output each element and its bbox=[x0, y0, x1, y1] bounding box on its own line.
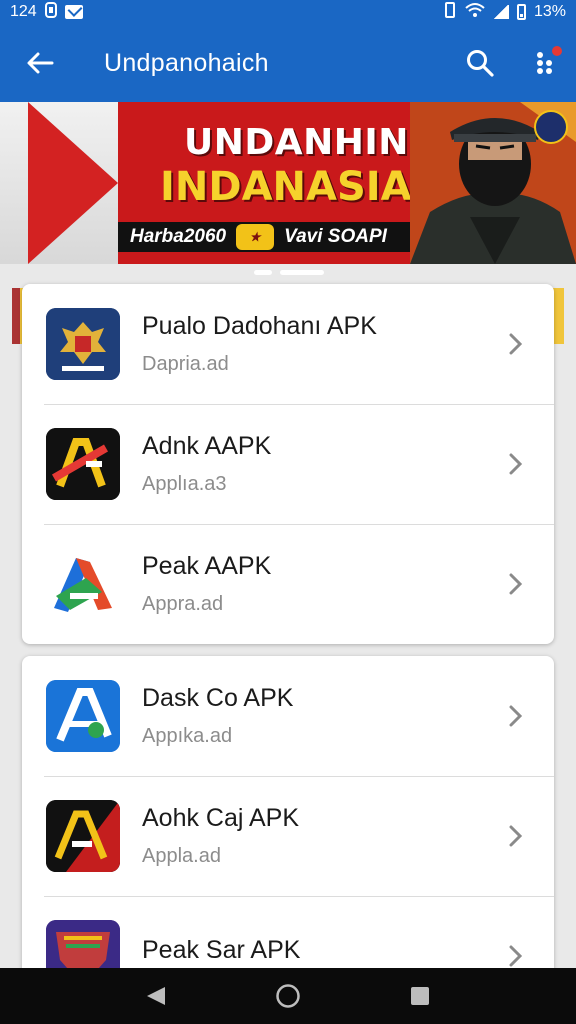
mail-icon bbox=[64, 5, 83, 19]
status-bar: 124 13% bbox=[0, 0, 576, 24]
list-item[interactable]: Peak AAPK Appra.ad bbox=[22, 524, 554, 644]
banner-strip-right: Vavi SOAPI bbox=[284, 226, 387, 247]
a-logo-blue-icon bbox=[46, 680, 120, 752]
app-bar: Undpanohaich bbox=[0, 24, 576, 102]
list-item[interactable]: Adnk AAPK Applıa.a3 bbox=[22, 404, 554, 524]
search-icon bbox=[467, 50, 494, 77]
more-vert-icon bbox=[537, 52, 552, 74]
status-time: 124 bbox=[10, 3, 37, 20]
list-item-title: Adnk AAPK bbox=[142, 432, 272, 460]
list-item-title: Peak Sar APK bbox=[142, 935, 301, 964]
banner-strip-left: Harba2060 bbox=[130, 226, 227, 247]
emblem-icon: ★ bbox=[236, 224, 275, 250]
more-options-button[interactable] bbox=[512, 24, 576, 102]
notification-icon bbox=[44, 1, 57, 23]
pager-dot bbox=[254, 270, 272, 275]
banner-subheadline: INDANASIA bbox=[160, 164, 412, 210]
nav-back-button[interactable] bbox=[131, 971, 181, 1021]
banner-logo-icon bbox=[534, 110, 568, 144]
chevron-right-icon bbox=[496, 816, 536, 856]
flag-triangle bbox=[28, 102, 118, 264]
garuda-icon bbox=[46, 308, 120, 380]
battery-icon bbox=[516, 4, 526, 20]
banner-strip: Harba2060 ★ Vavi SOAPI bbox=[118, 222, 420, 252]
app-list-card-2: Dask Co APK Appıka.ad Aohk Caj APK Appla… bbox=[22, 656, 554, 986]
list-item-subtitle: Dapria.ad bbox=[142, 353, 229, 375]
chevron-right-icon bbox=[496, 324, 536, 364]
list-item-subtitle: Appla.ad bbox=[142, 845, 221, 867]
signal-icon bbox=[492, 5, 509, 19]
list-item[interactable]: Aohk Caj APK Appla.ad bbox=[22, 776, 554, 896]
list-item[interactable]: Dask Co APK Appıka.ad bbox=[22, 656, 554, 776]
circle-home-icon bbox=[276, 984, 300, 1008]
notification-badge bbox=[552, 46, 562, 56]
list-item-subtitle: Applıa.a3 bbox=[142, 473, 227, 495]
chevron-right-icon bbox=[496, 696, 536, 736]
search-button[interactable] bbox=[448, 24, 512, 102]
nav-home-button[interactable] bbox=[263, 971, 313, 1021]
banner-pager bbox=[254, 270, 324, 275]
pager-dot-active bbox=[280, 270, 324, 275]
chevron-right-icon bbox=[496, 444, 536, 484]
list-item[interactable]: Pualo Dadohanı APK Dapria.ad bbox=[22, 284, 554, 404]
square-recents-icon bbox=[411, 987, 429, 1005]
triangle-back-icon bbox=[147, 987, 165, 1005]
promo-banner[interactable]: UNDANHIN INDANASIA Harba2060 ★ Vavi SOAP… bbox=[0, 102, 576, 264]
list-item-title: Peak AAPK bbox=[142, 552, 272, 580]
nav-recents-button[interactable] bbox=[395, 971, 445, 1021]
list-item-subtitle: Appra.ad bbox=[142, 593, 224, 615]
a-logo-red-black-icon bbox=[46, 800, 120, 872]
system-nav-bar bbox=[0, 968, 576, 1024]
list-item-title: Dask Co APK bbox=[142, 684, 294, 712]
chevron-right-icon bbox=[496, 564, 536, 604]
app-list-card-1: Pualo Dadohanı APK Dapria.ad Adnk AAPK A… bbox=[22, 284, 554, 644]
battery-percent: 13% bbox=[533, 3, 566, 20]
a-logo-red-icon bbox=[46, 428, 120, 500]
arrow-left-icon bbox=[27, 52, 54, 74]
page-title: Undpanohaich bbox=[104, 48, 269, 77]
list-item-subtitle: Appıka.ad bbox=[142, 725, 233, 747]
wifi-icon bbox=[465, 2, 485, 23]
list-item-title: Aohk Caj APK bbox=[142, 804, 300, 832]
a-logo-colorful-icon bbox=[46, 548, 120, 620]
list-item-title: Pualo Dadohanı APK bbox=[142, 312, 377, 340]
back-button[interactable] bbox=[0, 24, 80, 102]
vibrate-icon bbox=[443, 1, 457, 23]
banner-headline: UNDANHIN bbox=[184, 122, 409, 163]
